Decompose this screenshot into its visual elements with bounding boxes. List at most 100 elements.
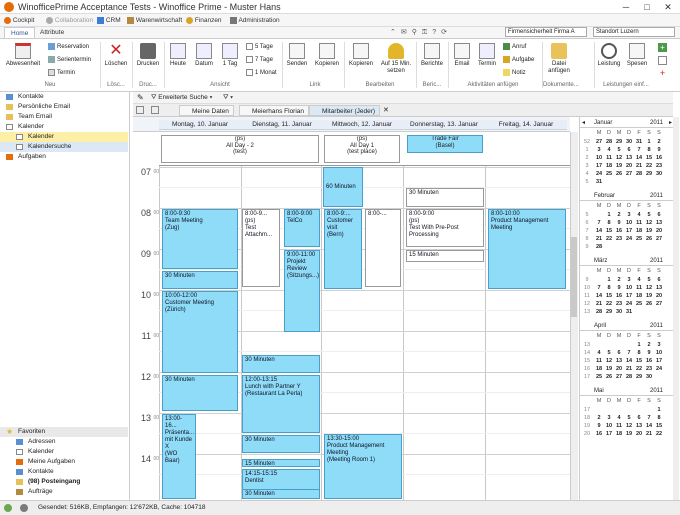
day-cell[interactable]: 5 bbox=[644, 211, 654, 219]
day-cell[interactable]: 26 bbox=[614, 170, 624, 178]
day-cell[interactable]: 29 bbox=[604, 308, 614, 316]
day-cell[interactable]: 19 bbox=[624, 430, 634, 438]
day-header[interactable]: Donnerstag, 13. Januar bbox=[403, 120, 485, 130]
all-day-event[interactable]: (ps) All Day 1 (test place) bbox=[324, 135, 400, 163]
lock-icon[interactable]: ⚿ bbox=[422, 29, 432, 36]
service-button[interactable]: Leistung bbox=[596, 41, 622, 68]
nav-kontakte[interactable]: Kontakte bbox=[0, 92, 128, 102]
day-cell[interactable]: 9 bbox=[644, 349, 654, 357]
appointment[interactable]: 8:00-9:30 Team Meeting (Zug) bbox=[162, 209, 238, 269]
grid-icon[interactable] bbox=[658, 56, 667, 65]
module-collaboration[interactable]: Collaboration bbox=[46, 16, 93, 26]
day-cell[interactable]: 9 bbox=[614, 284, 624, 292]
day-cell[interactable]: 23 bbox=[614, 300, 624, 308]
day-cell[interactable]: 4 bbox=[604, 146, 614, 154]
day-cell[interactable]: 17 bbox=[624, 292, 634, 300]
appointment[interactable]: 15 Minuten bbox=[406, 250, 484, 262]
day-cell[interactable]: 22 bbox=[604, 235, 614, 243]
plus-icon[interactable]: + bbox=[658, 69, 667, 78]
day-cell[interactable]: 21 bbox=[634, 162, 644, 170]
fav-meine-aufgaben[interactable]: Meine Aufgaben bbox=[0, 457, 128, 467]
day-cell[interactable]: 3 bbox=[624, 211, 634, 219]
all-day-event[interactable]: Trade Fair (Basel) bbox=[407, 135, 483, 153]
day-cell[interactable]: 6 bbox=[654, 211, 664, 219]
day-cell[interactable]: 14 bbox=[594, 227, 604, 235]
minical-scrollbar[interactable] bbox=[673, 117, 679, 500]
day-cell[interactable]: 30 bbox=[614, 308, 624, 316]
day-cell[interactable]: 4 bbox=[634, 211, 644, 219]
day-cell[interactable]: 7 bbox=[594, 284, 604, 292]
tab-mitarbeiter[interactable]: Mitarbeiter (Jeder) bbox=[309, 105, 381, 116]
today-button[interactable]: Heute bbox=[166, 41, 190, 68]
day-cell[interactable]: 2 bbox=[594, 414, 604, 422]
filter-clear-icon[interactable]: ⛛ ▾ bbox=[223, 93, 233, 103]
day-cell[interactable]: 11 bbox=[614, 422, 624, 430]
module-warenwirtschaft[interactable]: Warenwirtschaft bbox=[127, 16, 182, 26]
day-cell[interactable]: 12 bbox=[614, 154, 624, 162]
day-cell[interactable]: 8 bbox=[604, 219, 614, 227]
day-cell[interactable]: 31 bbox=[594, 178, 604, 186]
day-cell[interactable]: 25 bbox=[634, 300, 644, 308]
day-cell[interactable]: 19 bbox=[614, 162, 624, 170]
day-cell[interactable]: 14 bbox=[644, 422, 654, 430]
print-button[interactable]: Drucken bbox=[134, 41, 162, 68]
day-cell[interactable]: 11 bbox=[634, 219, 644, 227]
day-cell[interactable]: 17 bbox=[654, 357, 664, 365]
day-cell[interactable]: 21 bbox=[594, 300, 604, 308]
appointment[interactable]: 30 Minuten bbox=[162, 271, 238, 289]
day-cell[interactable]: 23 bbox=[614, 235, 624, 243]
day-cell[interactable]: 8 bbox=[644, 146, 654, 154]
day-cell[interactable]: 29 bbox=[614, 138, 624, 146]
refresh-icon[interactable]: ⟳ bbox=[441, 29, 452, 36]
appointment[interactable]: 8:00-9:... Customer visit (Bern) bbox=[324, 209, 362, 289]
day-cell[interactable]: 9 bbox=[594, 422, 604, 430]
day-cell[interactable]: 31 bbox=[634, 138, 644, 146]
fav-posteingang[interactable]: (98) Posteingang bbox=[0, 477, 128, 487]
appointment[interactable]: 30 Minuten bbox=[242, 489, 320, 499]
day-cell[interactable]: 27 bbox=[654, 235, 664, 243]
day-cell[interactable]: 16 bbox=[614, 292, 624, 300]
appointment[interactable]: 12:00-13:15 Lunch with Partner Y (Restau… bbox=[242, 375, 320, 433]
appointment-block[interactable]: 60 Minuten bbox=[323, 167, 363, 207]
day-cell[interactable]: 13 bbox=[654, 284, 664, 292]
day-cell[interactable]: 31 bbox=[624, 308, 634, 316]
day-cell[interactable]: 27 bbox=[654, 300, 664, 308]
day-cell[interactable]: 1 bbox=[644, 138, 654, 146]
day-cell[interactable]: 6 bbox=[614, 349, 624, 357]
day-cell[interactable]: 26 bbox=[644, 300, 654, 308]
day-cell[interactable]: 6 bbox=[624, 146, 634, 154]
day-cell[interactable]: 13 bbox=[654, 219, 664, 227]
day-cell[interactable]: 4 bbox=[634, 276, 644, 284]
tab-attribute[interactable]: Attribute bbox=[34, 27, 70, 38]
day-cell[interactable]: 28 bbox=[634, 170, 644, 178]
appointment[interactable]: 8:00-9:00 TelCo bbox=[284, 209, 320, 247]
delete-button[interactable]: ✕ Löschen bbox=[102, 41, 130, 68]
reports-button[interactable]: Berichte bbox=[418, 41, 446, 68]
day-cell[interactable]: 28 bbox=[624, 373, 634, 381]
day-cell[interactable]: 30 bbox=[644, 373, 654, 381]
mail-icon[interactable]: ✉ bbox=[401, 29, 412, 36]
day-cell[interactable]: 22 bbox=[644, 162, 654, 170]
day-cell[interactable]: 23 bbox=[654, 162, 664, 170]
attach-file-button[interactable]: Datei anfügen bbox=[545, 41, 573, 75]
company-select[interactable]: Firmensicherheit Firma A bbox=[505, 27, 587, 37]
day-cell[interactable]: 10 bbox=[624, 219, 634, 227]
day-cell[interactable]: 15 bbox=[634, 357, 644, 365]
day-cell[interactable]: 15 bbox=[644, 154, 654, 162]
day-cell[interactable]: 20 bbox=[624, 162, 634, 170]
day-cell[interactable]: 18 bbox=[604, 162, 614, 170]
nav-aufgaben[interactable]: Aufgaben bbox=[0, 152, 128, 162]
day-cell[interactable]: 20 bbox=[654, 227, 664, 235]
module-administration[interactable]: Administration bbox=[230, 16, 280, 26]
day-cell[interactable]: 18 bbox=[634, 292, 644, 300]
day-cell[interactable]: 3 bbox=[594, 146, 604, 154]
help-icon[interactable]: ? bbox=[432, 29, 441, 36]
day-cell[interactable]: 29 bbox=[644, 170, 654, 178]
maximize-icon[interactable]: □ bbox=[637, 1, 657, 13]
day-cell[interactable]: 28 bbox=[594, 243, 604, 251]
day-cell[interactable]: 15 bbox=[654, 422, 664, 430]
day-header[interactable]: Montag, 10. Januar bbox=[159, 120, 241, 130]
day-header[interactable]: Freitag, 14. Januar bbox=[485, 120, 567, 130]
day-cell[interactable]: 7 bbox=[644, 414, 654, 422]
tab-home[interactable]: Home bbox=[4, 27, 36, 38]
